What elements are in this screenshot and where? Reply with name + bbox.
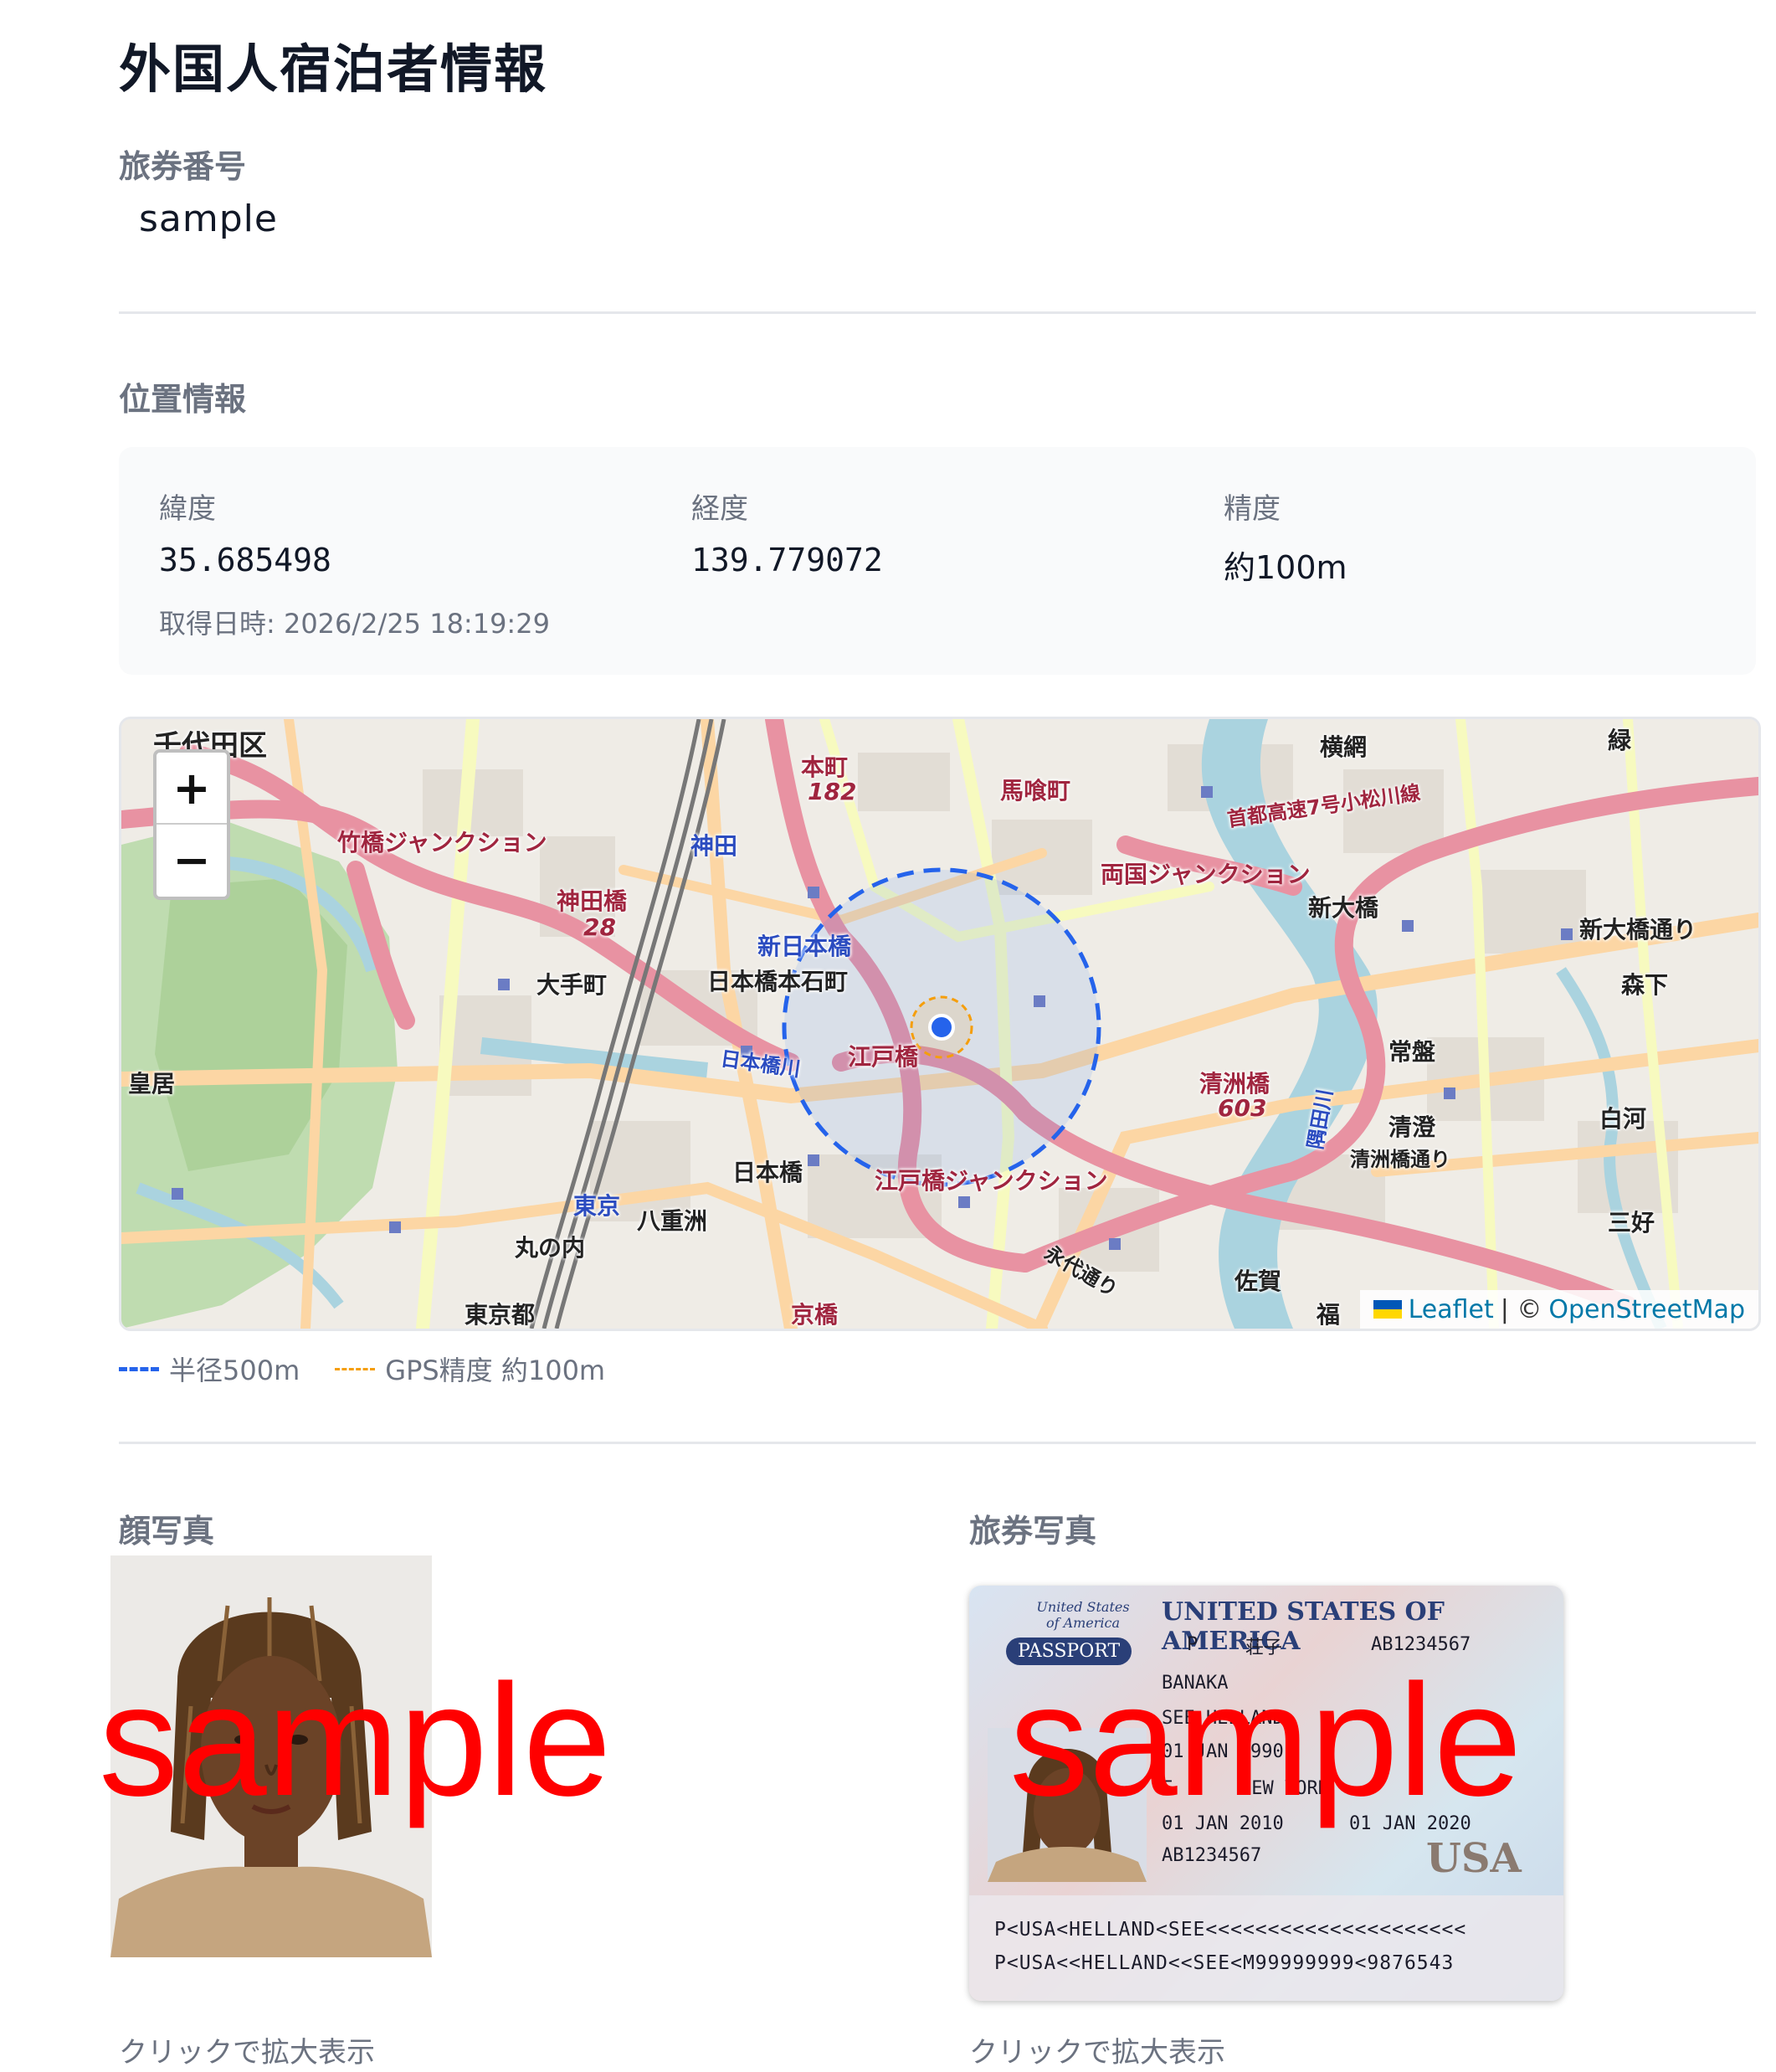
location-map[interactable]: 千代田区 竹橋ジャンクション 神田橋 28 大手町 皇居 丸の内 東京 八重洲 …: [119, 717, 1761, 1331]
map-label-route28: 28: [583, 913, 616, 941]
acquired-time: 取得日時: 2026/2/25 18:19:29: [159, 608, 550, 640]
passport-number-value: sample: [139, 198, 278, 240]
map-label-tokyo-to: 東京都: [465, 1301, 536, 1329]
map-label-kandabashi: 神田橋: [557, 887, 628, 915]
latitude-block: 緯度 35.685498: [159, 486, 331, 578]
map-label-takebashi-jct: 竹橋ジャンクション: [337, 829, 547, 856]
map-label-saga: 佐賀: [1234, 1267, 1282, 1295]
map-label-marunouchi: 丸の内: [515, 1234, 586, 1262]
longitude-label: 経度: [691, 492, 748, 526]
zoom-in-button[interactable]: +: [157, 753, 227, 823]
map-label-yaesu: 八重洲: [637, 1207, 708, 1235]
radius-dash-icon: [119, 1366, 159, 1371]
passport-photo-hint: クリックで拡大表示: [969, 2036, 1225, 2069]
zoom-out-button[interactable]: −: [157, 823, 227, 895]
map-label-nihonbashi-honishicho: 日本橋本石町: [707, 968, 849, 995]
latitude-value: 35.685498: [159, 542, 331, 578]
map-label-edobashi-jct: 江戸橋ジャンクション: [875, 1167, 1108, 1195]
gps-dash-icon: [335, 1367, 376, 1370]
map-label-otemachi: 大手町: [536, 971, 608, 999]
location-info-box: 緯度 35.685498 経度 139.779072 精度 約100m 取得日時…: [119, 447, 1756, 675]
legend-radius: 半径500m: [169, 1355, 300, 1386]
map-label-route182: 182: [808, 778, 857, 805]
passport-number-bottom: AB1234567: [1162, 1845, 1262, 1866]
map-label-tokyo-station: 東京: [573, 1192, 621, 1220]
passport-header-country: UNITED STATES OF AMERICA: [1162, 1597, 1445, 1656]
divider: [119, 311, 1756, 314]
accuracy-value: 約100m: [1224, 549, 1347, 586]
map-label-fuku: 福: [1317, 1301, 1341, 1329]
map-legend: 半径500m GPS精度 約100m: [119, 1350, 605, 1388]
accuracy-block: 精度 約100m: [1224, 486, 1347, 588]
map-zoom-control: + −: [153, 749, 230, 900]
ukraine-flag-icon: [1373, 1300, 1402, 1319]
map-label-jokan: 常盤: [1388, 1038, 1436, 1066]
face-photo-watermark: sample: [99, 1652, 612, 1829]
leaflet-link[interactable]: Leaflet: [1409, 1295, 1494, 1324]
map-attribution: Leaflet | © OpenStreetMap: [1359, 1290, 1758, 1329]
longitude-value: 139.779072: [691, 542, 883, 578]
map-label-miyoshi: 三好: [1608, 1209, 1655, 1237]
map-tiles[interactable]: [121, 719, 1758, 1329]
map-label-midori: 緑: [1608, 727, 1632, 754]
latitude-label: 緯度: [159, 492, 216, 526]
map-label-route603: 603: [1218, 1094, 1267, 1122]
map-label-shin-nihonbashi: 新日本橋: [757, 933, 852, 960]
face-photo-label: 顔写真: [119, 1513, 215, 1550]
face-photo-hint: クリックで拡大表示: [119, 2036, 375, 2069]
map-label-kiyosubashi-dori: 清洲橋通り: [1350, 1148, 1450, 1171]
accuracy-label: 精度: [1224, 492, 1281, 526]
passport-number-label: 旅券番号: [119, 148, 247, 185]
map-label-nihonbashi: 日本橋: [732, 1159, 803, 1186]
map-label-shin-ohashi: 新大橋: [1308, 894, 1379, 922]
map-label-morishita: 森下: [1621, 971, 1669, 999]
attribution-separator: | ©: [1500, 1294, 1542, 1324]
longitude-block: 経度 139.779072: [691, 486, 883, 578]
location-label: 位置情報: [119, 381, 247, 418]
map-label-kanda: 神田: [690, 832, 738, 860]
map-label-shin-ohashi-dori: 新大橋通り: [1579, 916, 1697, 943]
map-label-kyobashi: 京橋: [791, 1301, 839, 1329]
map-label-kiyosumi: 清澄: [1388, 1113, 1436, 1141]
page: 外国人宿泊者情報 旅券番号 sample 位置情報 緯度 35.685498 経…: [0, 0, 1776, 2072]
passport-photo-watermark: sample: [1009, 1652, 1522, 1829]
passport-usa: USA: [1426, 1835, 1522, 1882]
map-label-edobashi: 江戸橋: [848, 1043, 919, 1071]
page-title: 外国人宿泊者情報: [119, 39, 548, 100]
map-label-ryogoku-jct: 両国ジャンクション: [1101, 861, 1311, 888]
map-label-yokoami: 横網: [1320, 733, 1368, 761]
passport-mrz-line1: P<USA<HELLAND<SEE<<<<<<<<<<<<<<<<<<<<<: [994, 1919, 1467, 1941]
map-label-kokyo: 皇居: [128, 1070, 176, 1098]
passport-mrz-zone: [969, 1895, 1563, 2001]
passport-photo-label: 旅券写真: [969, 1513, 1097, 1550]
map-label-shirakawa: 白河: [1599, 1105, 1647, 1133]
divider: [119, 1442, 1756, 1444]
map-label-bakurocho: 馬喰町: [1000, 777, 1071, 805]
passport-small-country: United States of America: [1036, 1599, 1130, 1631]
passport-mrz-line2: P<USA<<HELLAND<<SEE<M99999999<9876543: [994, 1952, 1455, 1974]
legend-gps: GPS精度 約100m: [385, 1355, 606, 1386]
openstreetmap-link[interactable]: OpenStreetMap: [1548, 1295, 1745, 1324]
